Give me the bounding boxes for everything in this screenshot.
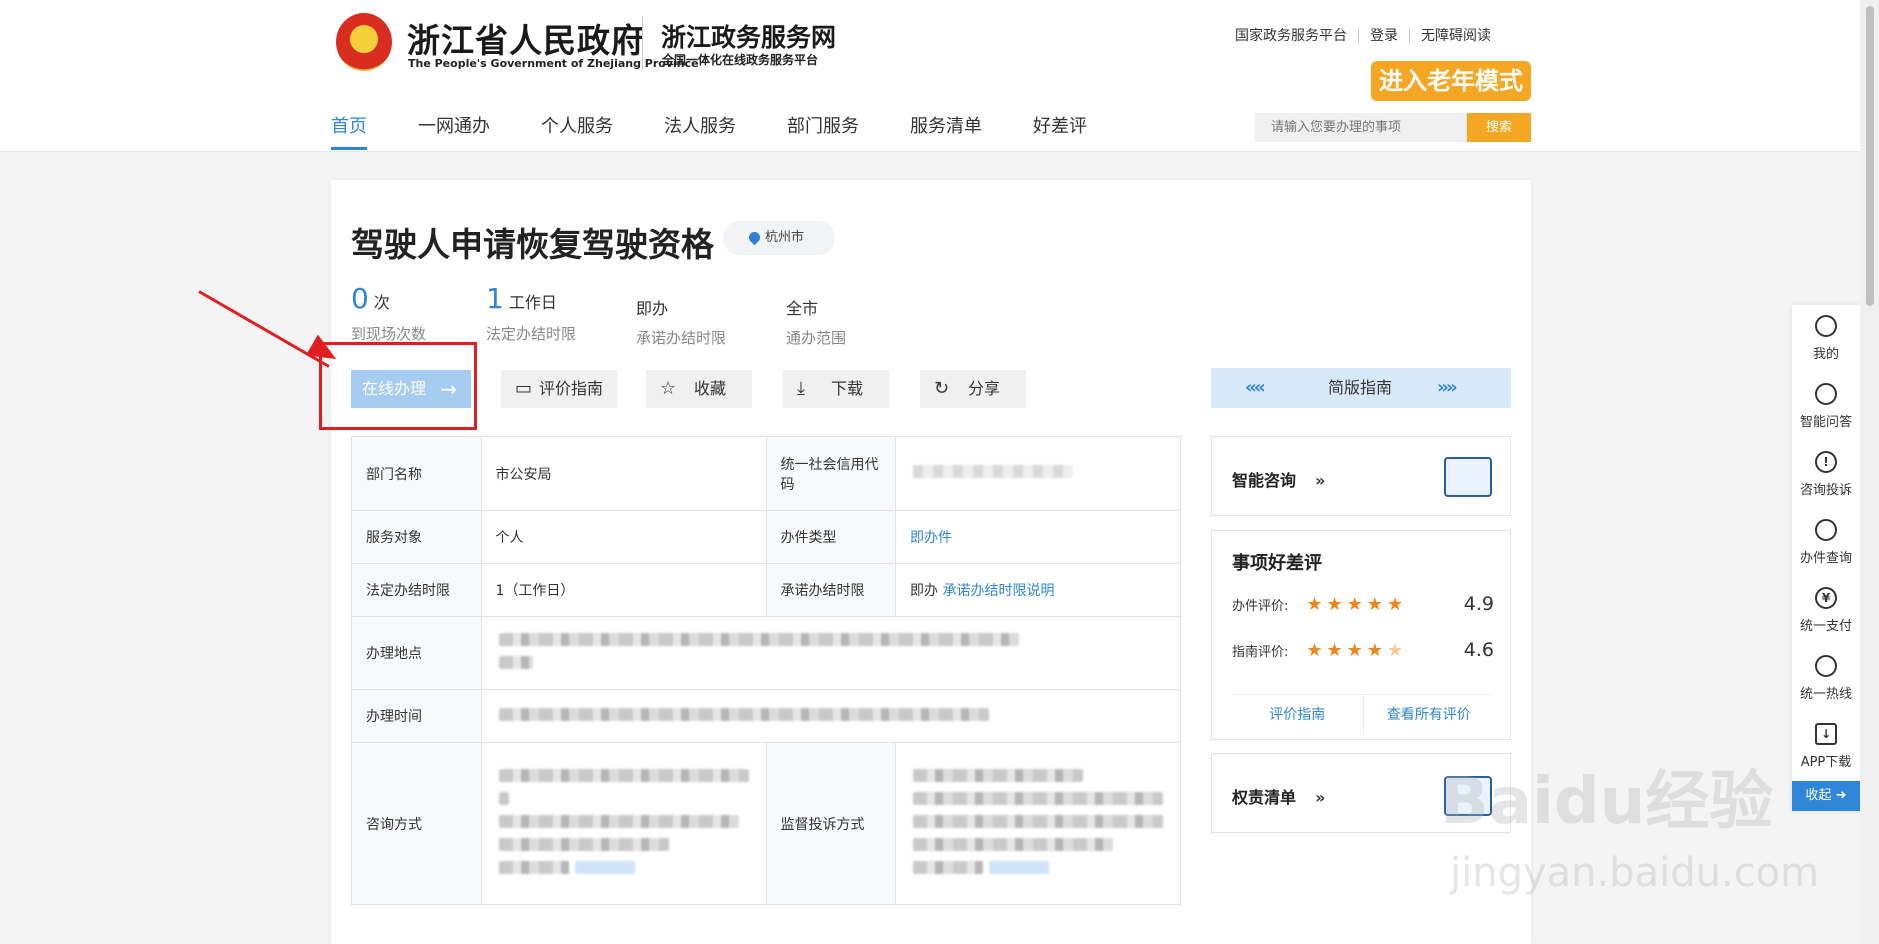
stat-legal-limit: 1 工作日 法定办结时限 [486, 282, 577, 343]
target-label: 服务对象 [351, 510, 482, 564]
rating-guide-link[interactable]: 评价指南 [1232, 695, 1364, 735]
nav-personal[interactable]: 个人服务 [541, 112, 613, 150]
side-toolbar: 我的 智能问答 ! 咨询投诉 办件查询 ¥ 统一支付 统一热线 ↓ APP下载 收起 … [1792, 305, 1860, 811]
stars-icon: ★★★★★ [1306, 593, 1408, 615]
headset-icon [1815, 383, 1837, 405]
search-input[interactable] [1255, 113, 1467, 142]
gov-name: 浙江省人民政府 [407, 21, 645, 60]
place-label: 办理地点 [351, 616, 482, 690]
promise-limit-label: 承诺办结时限 [765, 563, 896, 617]
evaluate-guide-button[interactable]: ▭ 评价指南 [501, 370, 617, 408]
type-value[interactable]: 即办件 [895, 510, 1181, 564]
gov-name-en: The People's Government of Zhejiang Prov… [408, 57, 699, 70]
time-value-redacted [480, 689, 1181, 743]
download-app-icon: ↓ [1815, 723, 1837, 745]
national-emblem-icon [336, 13, 392, 71]
sidebar-item-case-query[interactable]: 办件查询 [1792, 509, 1860, 577]
dept-value: 市公安局 [480, 436, 767, 511]
annotation-highlight-box [319, 342, 477, 430]
phone-icon [1815, 655, 1837, 677]
nav-service-list[interactable]: 服务清单 [910, 112, 982, 150]
dept-label: 部门名称 [351, 436, 482, 511]
site-header: 浙江省人民政府 The People's Government of Zheji… [0, 0, 1860, 152]
star-outline-icon: ☆ [660, 378, 677, 399]
portal-name: 浙江政务服务网 [661, 23, 837, 52]
sidebar-item-mine[interactable]: 我的 [1792, 305, 1860, 373]
favorite-button[interactable]: ☆ 收藏 [646, 370, 752, 408]
logo-divider [642, 16, 643, 70]
nav-rating[interactable]: 好差评 [1033, 112, 1087, 150]
chevrons-right-icon: ›››› [1437, 377, 1458, 398]
type-label: 办件类型 [765, 510, 896, 564]
simple-guide-bar[interactable]: ‹‹‹‹ 简版指南 ›››› [1211, 368, 1511, 408]
elder-mode-button[interactable]: 进入老年模式 [1371, 61, 1531, 101]
sidebar-item-payment[interactable]: ¥ 统一支付 [1792, 577, 1860, 645]
supervise-value-redacted [895, 742, 1181, 905]
sidebar-item-app-download[interactable]: ↓ APP下载 [1792, 713, 1860, 781]
credit-code-value [895, 436, 1181, 511]
stat-scope: 全市 通办范围 [786, 299, 847, 347]
sidebar-item-hotline[interactable]: 统一热线 [1792, 645, 1860, 713]
consult-screen-icon [1444, 457, 1492, 497]
promise-limit-value: 即办 承诺办结时限说明 [895, 563, 1181, 617]
collapse-button[interactable]: 收起 ➜ [1792, 781, 1860, 811]
target-value: 个人 [480, 510, 767, 564]
chevrons-left-icon: ‹‹‹‹ [1245, 377, 1266, 398]
nav-one-stop[interactable]: 一网通办 [418, 112, 490, 150]
supervise-label: 监督投诉方式 [765, 742, 896, 905]
location-tag[interactable]: 杭州市 [723, 221, 835, 255]
share-icon: ↻ [934, 378, 950, 399]
rating-footer: 评价指南 查看所有评价 [1232, 694, 1494, 735]
download-button[interactable]: ⤓ 下载 [783, 370, 889, 408]
consult-label: 咨询方式 [351, 742, 482, 905]
comment-icon: ▭ [515, 378, 533, 399]
alert-shield-icon: ! [1815, 451, 1837, 473]
login-link[interactable]: 登录 [1359, 28, 1410, 44]
rating-title: 事项好差评 [1232, 553, 1322, 574]
stat-visits: 0 次 到现场次数 [351, 282, 427, 343]
item-info-table: 部门名称 市公安局 统一社会信用代码 服务对象 个人 办件类型 即办件 法定办结… [351, 436, 1181, 905]
time-label: 办理时间 [351, 689, 482, 743]
portal-subtitle: 全国一体化在线政务服务平台 [662, 53, 819, 67]
smart-consult-panel[interactable]: 智能咨询 » [1211, 436, 1511, 516]
history-icon [1815, 519, 1837, 541]
national-platform-link[interactable]: 国家政务服务平台 [1224, 28, 1359, 44]
user-icon [1815, 315, 1837, 337]
promise-limit-explain-link[interactable]: 承诺办结时限说明 [942, 583, 1054, 599]
search-button[interactable]: 搜索 [1467, 113, 1531, 142]
rating-row-guide: 指南评价: ★★★★★ 4.6 [1232, 639, 1494, 661]
page-title: 驾驶人申请恢复驾驶资格 [351, 225, 714, 264]
rating-panel: 事项好差评 办件评价: ★★★★★ 4.9 指南评价: ★★★★★ 4.6 评价… [1211, 530, 1511, 740]
main-nav: 首页 一网通办 个人服务 法人服务 部门服务 服务清单 好差评 [331, 112, 1138, 150]
share-button[interactable]: ↻ 分享 [920, 370, 1026, 408]
legal-limit-label: 法定办结时限 [351, 563, 482, 617]
accessibility-link[interactable]: 无障碍阅读 [1410, 28, 1491, 44]
legal-limit-value: 1（工作日） [480, 563, 767, 617]
double-chevron-icon: » [1315, 788, 1326, 807]
credit-code-label: 统一社会信用代码 [765, 436, 896, 511]
nav-department[interactable]: 部门服务 [787, 112, 859, 150]
all-reviews-link[interactable]: 查看所有评价 [1364, 695, 1495, 735]
sidebar-item-complaint[interactable]: ! 咨询投诉 [1792, 441, 1860, 509]
stat-promise-limit: 即办 承诺办结时限 [636, 299, 727, 347]
nav-legal-person[interactable]: 法人服务 [664, 112, 736, 150]
stars-icon: ★★★★★ [1306, 639, 1408, 661]
watermark-logo: Baidu经验 [1440, 765, 1774, 839]
watermark-url: jingyan.baidu.com [1450, 850, 1820, 896]
scrollbar-thumb[interactable] [1866, 6, 1874, 306]
download-icon: ⤓ [797, 378, 805, 399]
nav-home[interactable]: 首页 [331, 112, 367, 150]
place-value-redacted [480, 616, 1181, 690]
yuan-icon: ¥ [1815, 587, 1837, 609]
location-pin-icon [746, 229, 763, 246]
top-links: 国家政务服务平台 登录 无障碍阅读 [1224, 28, 1491, 44]
rating-row-case: 办件评价: ★★★★★ 4.9 [1232, 593, 1494, 615]
sidebar-item-smart-qa[interactable]: 智能问答 [1792, 373, 1860, 441]
consult-value-redacted [480, 742, 767, 905]
double-chevron-icon: » [1315, 471, 1326, 490]
